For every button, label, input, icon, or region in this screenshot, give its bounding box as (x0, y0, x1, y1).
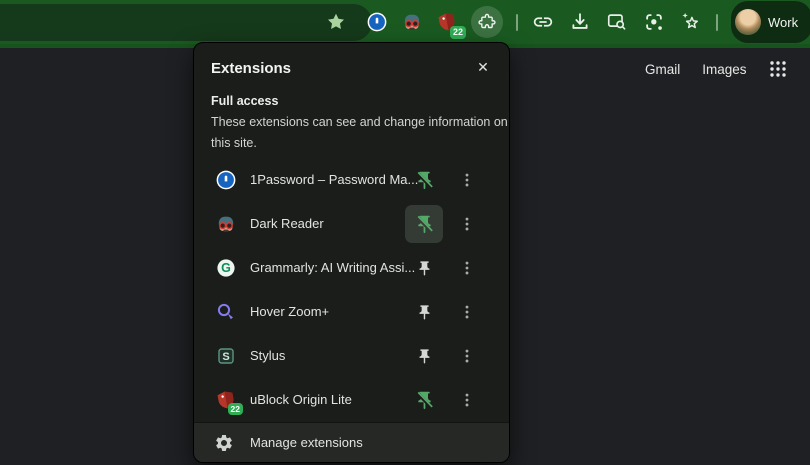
lens-icon[interactable] (642, 10, 666, 34)
manage-extensions-button[interactable]: Manage extensions (194, 422, 509, 462)
toolbar-action-icons (531, 10, 703, 34)
ext-label: Grammarly: AI Writing Assi... (250, 260, 416, 275)
ublock-badge: 22 (227, 402, 243, 415)
ext-label: 1Password – Password Ma... (250, 172, 419, 187)
ublock-icon: 22 (216, 390, 243, 415)
ext-label: uBlock Origin Lite (250, 392, 352, 407)
toolbar-right-cluster: 22 Work (366, 0, 810, 44)
unpin-button[interactable] (405, 205, 443, 243)
dark-reader-icon (216, 214, 236, 234)
kebab-menu-icon[interactable] (455, 168, 479, 192)
pin-button[interactable] (405, 293, 443, 331)
toolbar-ublock-icon[interactable]: 22 (436, 11, 466, 39)
extension-row: Dark Reader (194, 202, 509, 246)
avatar (735, 9, 761, 35)
grammarly-icon: G (216, 258, 236, 278)
extension-row: 1Password – Password Ma... (194, 158, 509, 202)
section-description: These extensions can see and change info… (211, 115, 508, 150)
toolbar-dark-reader-icon[interactable] (401, 11, 423, 33)
section-title: Full access (211, 94, 279, 108)
page-search-icon[interactable] (605, 10, 629, 34)
1password-icon (216, 170, 236, 190)
pin-button[interactable] (405, 337, 443, 375)
popup-title: Extensions (211, 60, 292, 77)
hover-zoom-icon (216, 302, 236, 322)
close-icon[interactable]: ✕ (473, 57, 493, 77)
browser-toolbar: 22 Work (0, 0, 810, 44)
ext-label: Stylus (250, 348, 286, 363)
toolbar-separator (716, 13, 718, 31)
extension-row: Hover Zoom+ (194, 290, 509, 334)
toolbar-1password-icon[interactable] (366, 11, 388, 33)
ext-label: Hover Zoom+ (250, 304, 330, 319)
extension-row: S Stylus (194, 334, 509, 378)
page-header-links: Gmail Images (645, 60, 787, 78)
extension-row: 22 uBlock Origin Lite (194, 378, 509, 422)
extension-row: G Grammarly: AI Writing Assi... (194, 246, 509, 290)
kebab-menu-icon[interactable] (455, 388, 479, 412)
kebab-menu-icon[interactable] (455, 256, 479, 280)
gear-icon (214, 433, 234, 453)
address-bar[interactable] (0, 4, 372, 41)
images-link[interactable]: Images (702, 62, 746, 77)
pin-button[interactable] (405, 249, 443, 287)
toolbar-puzzle-icon[interactable] (471, 6, 503, 38)
download-icon[interactable] (568, 10, 592, 34)
profile-label: Work (768, 14, 799, 30)
kebab-menu-icon[interactable] (455, 212, 479, 236)
gmail-link[interactable]: Gmail (645, 62, 680, 77)
extensions-popup: Extensions ✕ Full access These extension… (193, 42, 510, 463)
bookmark-star-icon[interactable] (326, 12, 346, 32)
manage-extensions-label: Manage extensions (250, 435, 363, 450)
toolbar-separator (516, 13, 518, 31)
kebab-menu-icon[interactable] (455, 344, 479, 368)
profile-chip[interactable]: Work (731, 1, 810, 43)
kebab-menu-icon[interactable] (455, 300, 479, 324)
apps-grid-icon[interactable] (769, 60, 787, 78)
toolbar-extension-icons: 22 (366, 6, 503, 39)
sparkle-star-icon[interactable] (679, 10, 703, 34)
ext-label: Dark Reader (250, 216, 324, 231)
link-icon[interactable] (531, 10, 555, 34)
svg-text:S: S (222, 351, 229, 363)
stylus-icon: S (216, 346, 236, 366)
unpin-button[interactable] (405, 381, 443, 419)
ublock-badge: 22 (449, 26, 466, 39)
unpin-button[interactable] (405, 161, 443, 199)
svg-text:G: G (221, 261, 231, 275)
browser-window: 22 Work Gmail Images Extensions ✕ Full a… (0, 0, 810, 465)
